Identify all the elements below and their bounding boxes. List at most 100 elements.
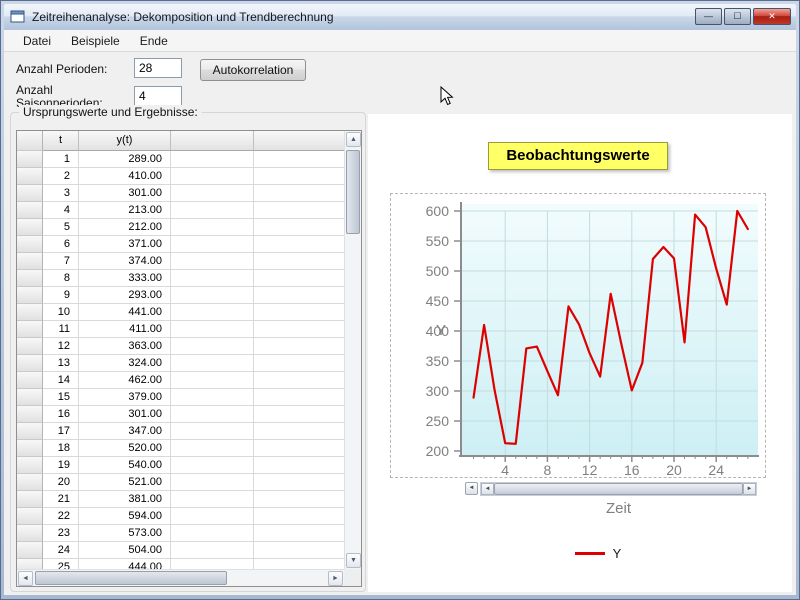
- cell-yt[interactable]: 441.00: [79, 304, 171, 321]
- table-row[interactable]: 25444.00: [17, 559, 344, 569]
- column-header-t[interactable]: t: [43, 131, 79, 151]
- row-header[interactable]: [17, 491, 43, 508]
- cell-empty[interactable]: [254, 202, 344, 219]
- row-header[interactable]: [17, 236, 43, 253]
- cell-yt[interactable]: 504.00: [79, 542, 171, 559]
- cell-empty[interactable]: [171, 508, 254, 525]
- cell-yt[interactable]: 444.00: [79, 559, 171, 569]
- cell-empty[interactable]: [171, 542, 254, 559]
- cell-yt[interactable]: 212.00: [79, 219, 171, 236]
- cell-empty[interactable]: [254, 372, 344, 389]
- vscroll-thumb[interactable]: [346, 150, 360, 234]
- cell-empty[interactable]: [171, 185, 254, 202]
- cell-t[interactable]: 4: [43, 202, 79, 219]
- table-row[interactable]: 18520.00: [17, 440, 344, 457]
- cell-yt[interactable]: 462.00: [79, 372, 171, 389]
- cell-empty[interactable]: [254, 219, 344, 236]
- cell-empty[interactable]: [171, 355, 254, 372]
- cell-yt[interactable]: 540.00: [79, 457, 171, 474]
- cell-empty[interactable]: [254, 236, 344, 253]
- scroll-up-icon[interactable]: ▲: [346, 132, 361, 147]
- cell-empty[interactable]: [254, 253, 344, 270]
- table-row[interactable]: 9293.00: [17, 287, 344, 304]
- cell-yt[interactable]: 381.00: [79, 491, 171, 508]
- grid-horizontal-scrollbar[interactable]: ◄ ►: [17, 569, 344, 586]
- close-button[interactable]: ✕: [753, 8, 791, 25]
- cell-yt[interactable]: 520.00: [79, 440, 171, 457]
- cell-t[interactable]: 1: [43, 151, 79, 168]
- cell-t[interactable]: 19: [43, 457, 79, 474]
- cell-empty[interactable]: [254, 440, 344, 457]
- grid-vertical-scrollbar[interactable]: ▲ ▼: [344, 131, 361, 569]
- table-row[interactable]: 10441.00: [17, 304, 344, 321]
- row-header[interactable]: [17, 508, 43, 525]
- cell-yt[interactable]: 213.00: [79, 202, 171, 219]
- table-row[interactable]: 4213.00: [17, 202, 344, 219]
- cell-t[interactable]: 14: [43, 372, 79, 389]
- table-row[interactable]: 17347.00: [17, 423, 344, 440]
- cell-yt[interactable]: 301.00: [79, 406, 171, 423]
- cell-empty[interactable]: [171, 457, 254, 474]
- row-header[interactable]: [17, 185, 43, 202]
- row-header[interactable]: [17, 304, 43, 321]
- cell-t[interactable]: 16: [43, 406, 79, 423]
- cell-yt[interactable]: 371.00: [79, 236, 171, 253]
- cell-empty[interactable]: [171, 338, 254, 355]
- cell-empty[interactable]: [171, 423, 254, 440]
- cell-t[interactable]: 5: [43, 219, 79, 236]
- cell-empty[interactable]: [171, 151, 254, 168]
- cell-empty[interactable]: [254, 525, 344, 542]
- cell-yt[interactable]: 521.00: [79, 474, 171, 491]
- cell-empty[interactable]: [254, 304, 344, 321]
- cell-empty[interactable]: [254, 321, 344, 338]
- row-header[interactable]: [17, 525, 43, 542]
- row-header[interactable]: [17, 559, 43, 569]
- cell-empty[interactable]: [171, 321, 254, 338]
- hscroll-thumb[interactable]: [35, 571, 227, 585]
- chart-zoom-reset-button[interactable]: ◄: [465, 482, 478, 495]
- cell-empty[interactable]: [171, 202, 254, 219]
- row-header[interactable]: [17, 406, 43, 423]
- table-row[interactable]: 13324.00: [17, 355, 344, 372]
- cell-empty[interactable]: [171, 287, 254, 304]
- periods-input[interactable]: [134, 58, 182, 78]
- cell-empty[interactable]: [171, 270, 254, 287]
- row-header[interactable]: [17, 321, 43, 338]
- cell-empty[interactable]: [254, 423, 344, 440]
- cell-t[interactable]: 12: [43, 338, 79, 355]
- cell-empty[interactable]: [254, 168, 344, 185]
- table-row[interactable]: 21381.00: [17, 491, 344, 508]
- titlebar[interactable]: Zeitreihenanalyse: Dekomposition und Tre…: [4, 4, 796, 30]
- cell-t[interactable]: 25: [43, 559, 79, 569]
- cell-empty[interactable]: [171, 389, 254, 406]
- row-header[interactable]: [17, 168, 43, 185]
- table-row[interactable]: 15379.00: [17, 389, 344, 406]
- row-header[interactable]: [17, 338, 43, 355]
- maximize-button[interactable]: ☐: [724, 8, 751, 25]
- table-row[interactable]: 7374.00: [17, 253, 344, 270]
- cell-yt[interactable]: 411.00: [79, 321, 171, 338]
- row-header[interactable]: [17, 270, 43, 287]
- cell-t[interactable]: 18: [43, 440, 79, 457]
- cell-empty[interactable]: [171, 406, 254, 423]
- cell-t[interactable]: 8: [43, 270, 79, 287]
- cell-yt[interactable]: 347.00: [79, 423, 171, 440]
- cell-t[interactable]: 17: [43, 423, 79, 440]
- table-row[interactable]: 3301.00: [17, 185, 344, 202]
- cell-t[interactable]: 24: [43, 542, 79, 559]
- cell-t[interactable]: 10: [43, 304, 79, 321]
- table-row[interactable]: 11411.00: [17, 321, 344, 338]
- row-header[interactable]: [17, 457, 43, 474]
- cell-empty[interactable]: [171, 168, 254, 185]
- cell-t[interactable]: 7: [43, 253, 79, 270]
- chart-scroll-thumb[interactable]: [494, 483, 743, 495]
- cell-empty[interactable]: [171, 236, 254, 253]
- menu-item-ende[interactable]: Ende: [131, 31, 177, 51]
- menu-item-datei[interactable]: Datei: [14, 31, 60, 51]
- row-header[interactable]: [17, 372, 43, 389]
- cell-t[interactable]: 6: [43, 236, 79, 253]
- row-header[interactable]: [17, 440, 43, 457]
- cell-empty[interactable]: [254, 559, 344, 569]
- cell-empty[interactable]: [254, 491, 344, 508]
- column-header-empty-2[interactable]: [254, 131, 344, 151]
